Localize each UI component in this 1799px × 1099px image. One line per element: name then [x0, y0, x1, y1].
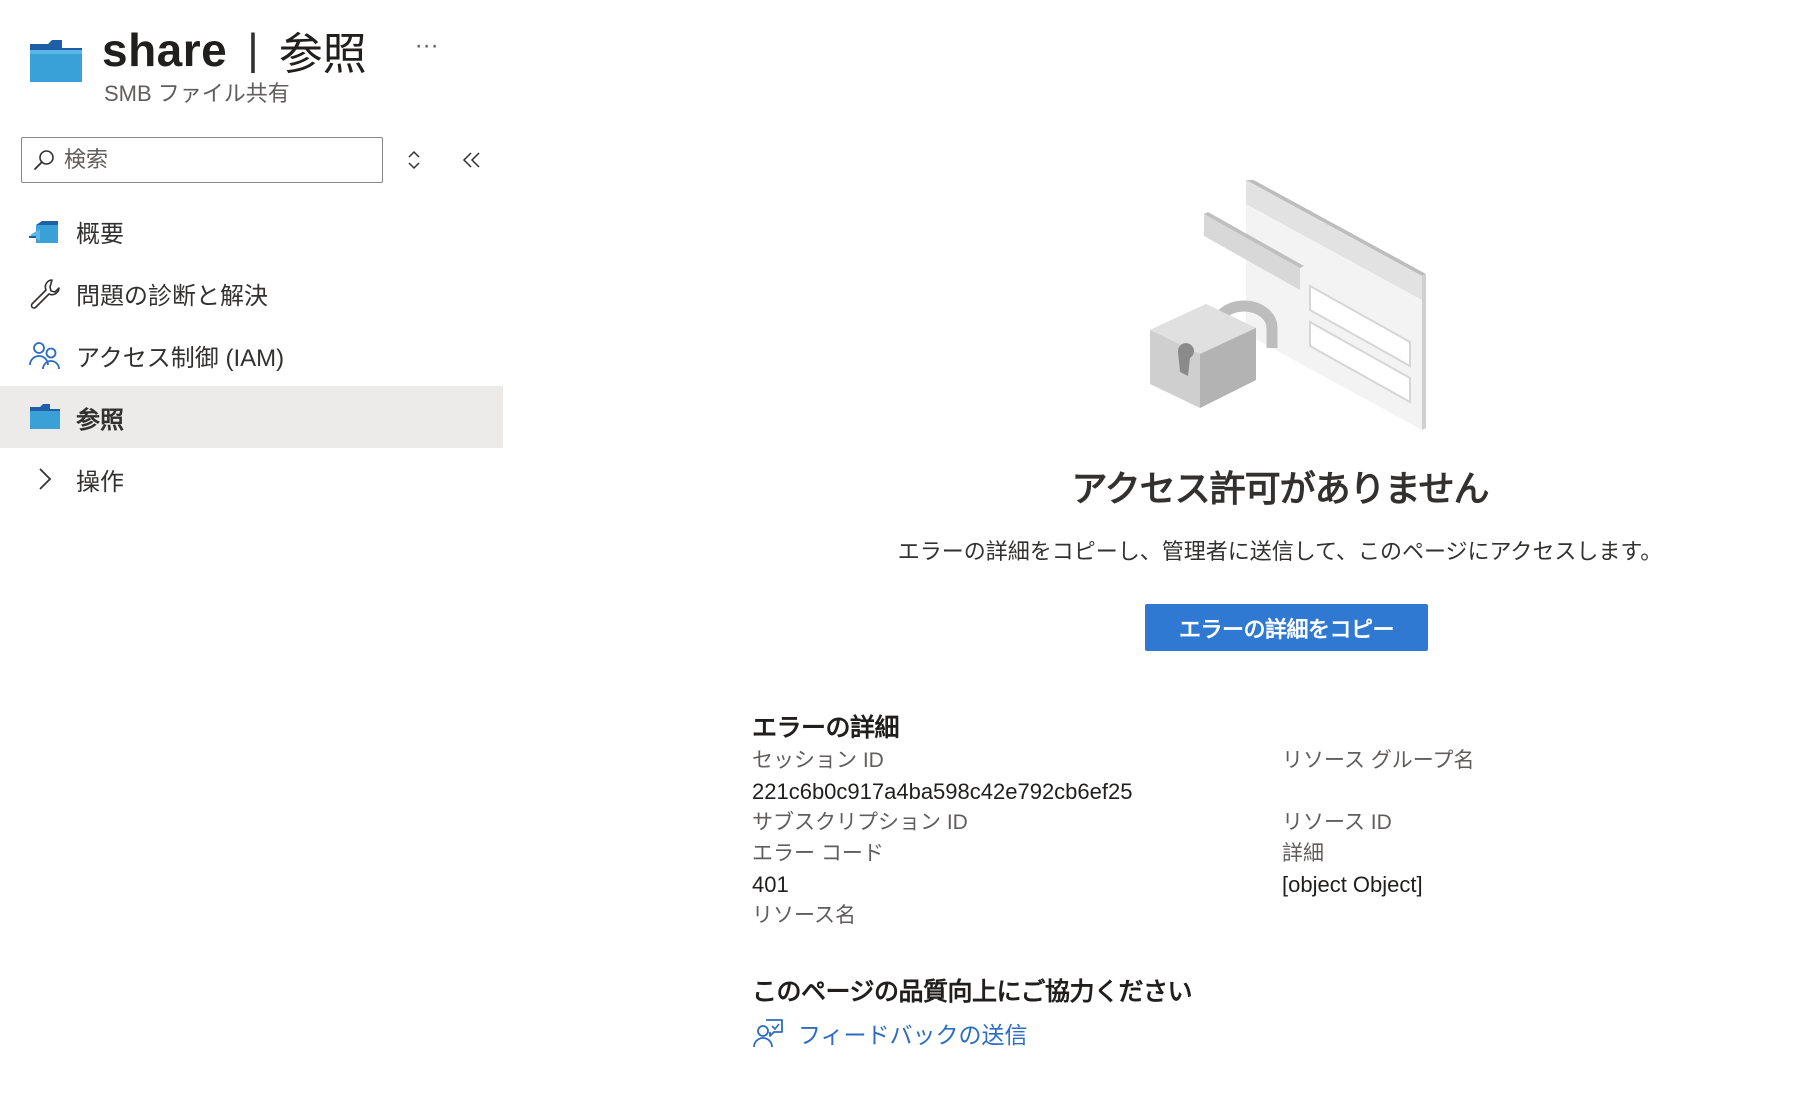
sidebar-item-access-control[interactable]: アクセス制御 (IAM): [0, 324, 503, 386]
sidebar-item-label: 概要: [76, 220, 124, 248]
error-code-label: エラー コード: [752, 842, 884, 865]
file-share-folder-icon: [30, 40, 82, 82]
feedback-icon: [753, 1019, 783, 1048]
sidebar-item-label: 問題の診断と解決: [76, 282, 268, 310]
sidebar-item-label: 参照: [76, 406, 124, 434]
search-icon: [34, 150, 54, 170]
error-message: エラーの詳細をコピーし、管理者に送信して、このページにアクセスします。: [897, 539, 1663, 564]
overview-icon: [29, 221, 58, 243]
detail-value: [object Object]: [1282, 872, 1423, 897]
page-subtitle: SMB ファイル共有: [104, 81, 290, 106]
sidebar-search-input[interactable]: [64, 147, 364, 173]
error-details-left-column: セッション ID 221c6b0c917a4ba598c42e792cb6ef2…: [752, 745, 1132, 931]
copy-error-details-button[interactable]: エラーの詳細をコピー: [1145, 604, 1428, 651]
resource-name-label: リソース名: [752, 904, 856, 927]
sidebar-search-box[interactable]: [21, 137, 383, 183]
error-title: アクセス許可がありません: [1071, 468, 1489, 509]
page-title: share: [102, 24, 228, 76]
page-section-title: 参照: [278, 30, 367, 79]
sort-up-down-icon[interactable]: [404, 149, 424, 171]
blade-header: share | 参照 ··· SMB ファイル共有: [28, 18, 628, 108]
folder-icon: [30, 404, 60, 429]
locked-illustration: [1150, 180, 1426, 430]
collapse-sidebar-icon[interactable]: [461, 149, 483, 171]
sidebar-item-operations[interactable]: 操作: [0, 448, 503, 510]
wrench-icon: [30, 279, 60, 309]
detail-label: 詳細: [1282, 842, 1324, 865]
resource-id-label: リソース ID: [1282, 811, 1392, 834]
sidebar-nav: 概要 問題の診断と解決 アクセス制御 (IAM) 参照 操作: [0, 200, 503, 510]
page: share | 参照 ··· SMB ファイル共有 概要: [0, 0, 1799, 1099]
send-feedback-link[interactable]: フィードバックの送信: [752, 1016, 1028, 1050]
error-code-value: 401: [752, 872, 789, 897]
title-separator: |: [247, 25, 259, 74]
error-details-heading: エラーの詳細: [752, 714, 900, 742]
chevron-right-icon: [39, 468, 52, 490]
sidebar-item-label: アクセス制御 (IAM): [76, 344, 285, 372]
title-row: share | 参照 ···: [102, 18, 439, 82]
session-id-label: セッション ID: [752, 749, 884, 772]
resource-group-label: リソース グループ名: [1282, 749, 1475, 772]
feedback-heading: このページの品質向上にご協力ください: [752, 978, 1193, 1006]
people-icon: [29, 342, 60, 370]
resource-group-value: [1282, 776, 1475, 807]
sidebar-item-label: 操作: [76, 468, 124, 496]
more-options-button[interactable]: ···: [415, 32, 439, 60]
subscription-id-label: サブスクリプション ID: [752, 811, 968, 834]
send-feedback-label: フィードバックの送信: [798, 1022, 1028, 1048]
sidebar-item-diagnose[interactable]: 問題の診断と解決: [0, 262, 503, 324]
session-id-value: 221c6b0c917a4ba598c42e792cb6ef25: [752, 779, 1133, 804]
sidebar-item-overview[interactable]: 概要: [0, 200, 503, 262]
error-details-right-column: リソース グループ名 リソース ID 詳細 [object Object]: [1282, 745, 1475, 900]
sidebar-item-browse[interactable]: 参照: [0, 386, 503, 448]
